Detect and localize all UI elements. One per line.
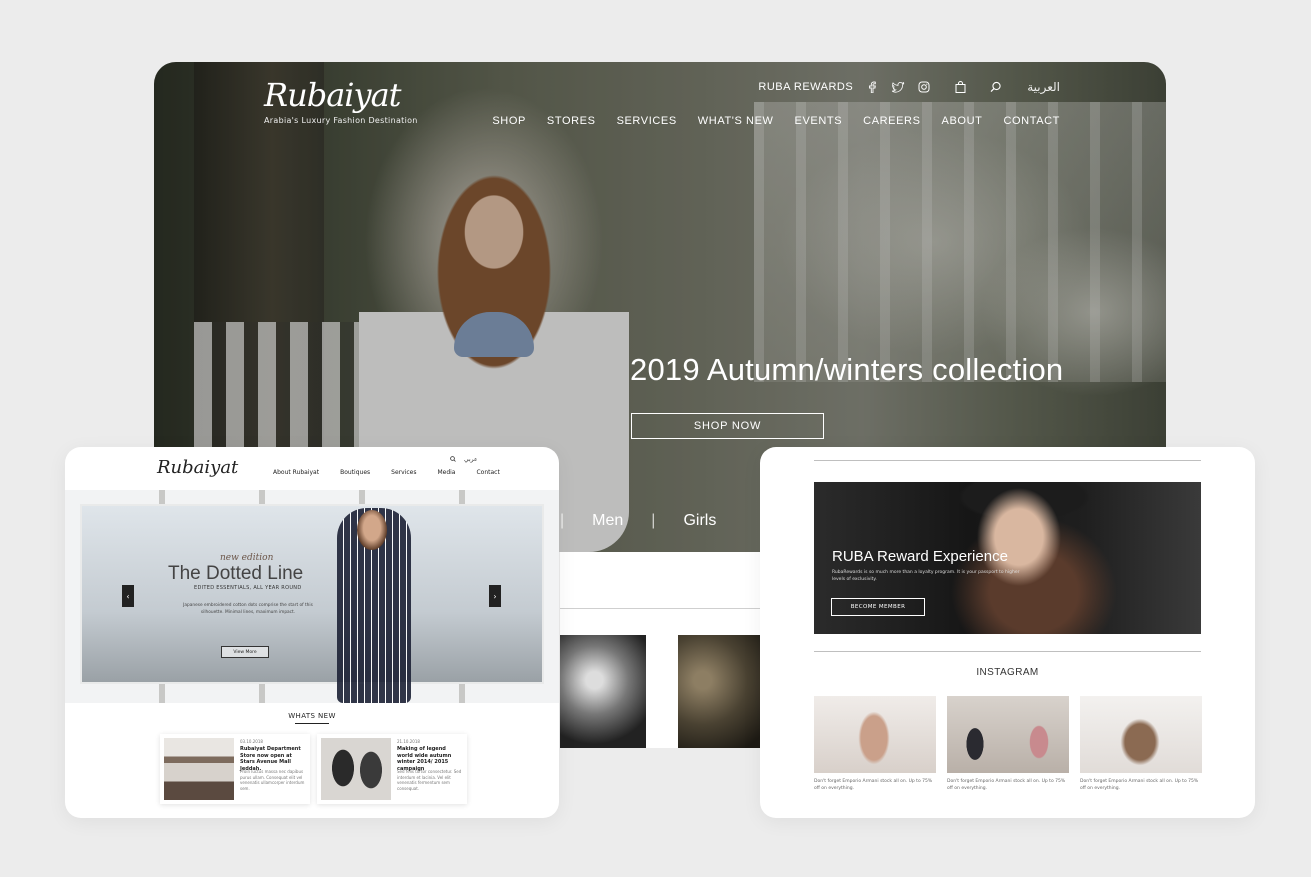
section-divider: [560, 608, 760, 609]
instagram-caption: Don't forget Emporio Armani stock all on…: [1080, 779, 1199, 791]
news-date: 03.10.2018: [240, 739, 263, 744]
hero-title: 2019 Autumn/winters collection: [630, 352, 1064, 387]
hero-edition-label: new edition: [220, 553, 274, 563]
search-icon[interactable]: [450, 456, 456, 464]
brand-tagline: Arabia's Luxury Fashion Destination: [264, 116, 418, 125]
hero-title-small: The Dotted Line: [168, 563, 304, 584]
news-card[interactable]: 21.10.2018 Making of legend world wide a…: [317, 734, 467, 804]
nav-item-events[interactable]: EVENTS: [795, 115, 843, 127]
facebook-icon[interactable]: [865, 80, 879, 94]
hero-window-bg: [80, 504, 544, 684]
old-homepage-preview: Rubaiyat عربي About Rubaiyat Boutiques S…: [65, 447, 559, 818]
ruba-reward-banner: RUBA Reward Experience RubaRewards is so…: [814, 482, 1201, 634]
become-member-button[interactable]: BECOME MEMBER: [831, 598, 925, 616]
hero-description-small: Japanese embroidered cotton dots compris…: [183, 603, 313, 615]
news-image-campaign: [321, 738, 391, 800]
instagram-heading: INSTAGRAM: [976, 667, 1039, 678]
small-hero-banner: ‹ ›: [65, 490, 559, 703]
news-image-store: [164, 738, 234, 800]
nav-item-contact-small[interactable]: Contact: [476, 469, 499, 476]
brand-logo[interactable]: Rubaiyat: [264, 76, 402, 114]
view-more-button[interactable]: View More: [221, 646, 269, 658]
main-navigation: SHOP STORES SERVICES WHAT'S NEW EVENTS C…: [492, 115, 1060, 127]
shop-now-button[interactable]: SHOP NOW: [631, 413, 824, 439]
search-icon[interactable]: [989, 80, 1003, 94]
instagram-post-image[interactable]: [947, 696, 1069, 773]
nav-item-boutiques[interactable]: Boutiques: [340, 469, 370, 476]
nav-item-shop[interactable]: SHOP: [492, 115, 526, 127]
category-girls[interactable]: Girls: [683, 512, 716, 530]
category-separator: |: [651, 512, 656, 529]
nav-item-media[interactable]: Media: [437, 469, 455, 476]
news-card[interactable]: 03.10.2018 Rubaiyat Department Store now…: [160, 734, 310, 804]
nav-item-about-rubaiyat[interactable]: About Rubaiyat: [273, 469, 319, 476]
nav-item-whats-new[interactable]: WHAT'S NEW: [698, 115, 774, 127]
language-switch-arabic-small[interactable]: عربي: [464, 456, 478, 464]
nav-item-services-small[interactable]: Services: [391, 469, 416, 476]
language-switch-arabic[interactable]: العربية: [1027, 80, 1060, 94]
small-navigation: About Rubaiyat Boutiques Services Media …: [273, 469, 500, 476]
category-strip: | Men | Girls: [560, 490, 760, 552]
news-body: Proin luctus massa nec dapibus purus ull…: [240, 769, 305, 791]
news-body: Sed felis tortor consectetur. Sed interd…: [397, 769, 462, 791]
ruba-rewards-link[interactable]: RUBA REWARDS: [758, 81, 853, 93]
chevron-left-icon[interactable]: ‹: [122, 585, 134, 607]
news-date: 21.10.2018: [397, 739, 420, 744]
rewards-page-preview: RUBA Reward Experience RubaRewards is so…: [760, 447, 1255, 818]
nav-item-services[interactable]: SERVICES: [617, 115, 677, 127]
reward-banner-title: RUBA Reward Experience: [832, 548, 1008, 565]
nav-item-about[interactable]: ABOUT: [942, 115, 983, 127]
whats-new-underline: [295, 723, 329, 724]
hero-subtitle-small: EDITED ESSENTIALS, ALL YEAR ROUND: [194, 585, 302, 591]
section-divider: [814, 460, 1201, 461]
small-utility-bar: عربي: [450, 456, 478, 464]
category-image-lace[interactable]: [560, 635, 646, 748]
section-divider: [814, 651, 1201, 652]
category-men[interactable]: Men: [592, 512, 623, 530]
nav-item-careers[interactable]: CAREERS: [863, 115, 920, 127]
instagram-caption: Don't forget Emporio Armani stock all on…: [947, 779, 1066, 791]
category-separator: |: [560, 512, 565, 529]
brand-logo-small[interactable]: Rubaiyat: [157, 457, 238, 478]
instagram-post-image[interactable]: [1080, 696, 1202, 773]
bag-icon[interactable]: [953, 80, 967, 94]
whats-new-heading: WHATS NEW: [288, 712, 336, 720]
top-utility-bar: RUBA REWARDS العربية: [758, 80, 1060, 94]
category-images-section: [560, 552, 760, 748]
nav-item-stores[interactable]: STORES: [547, 115, 596, 127]
nav-item-contact[interactable]: CONTACT: [1003, 115, 1060, 127]
twitter-icon[interactable]: [891, 80, 905, 94]
instagram-post-image[interactable]: [814, 696, 936, 773]
reward-banner-description: RubaRewards is so much more than a loyal…: [832, 570, 1020, 582]
instagram-caption: Don't forget Emporio Armani stock all on…: [814, 779, 933, 791]
chevron-right-icon[interactable]: ›: [489, 585, 501, 607]
category-image-dark[interactable]: [678, 635, 760, 748]
hero-model-head: [357, 510, 387, 550]
instagram-icon[interactable]: [917, 80, 931, 94]
